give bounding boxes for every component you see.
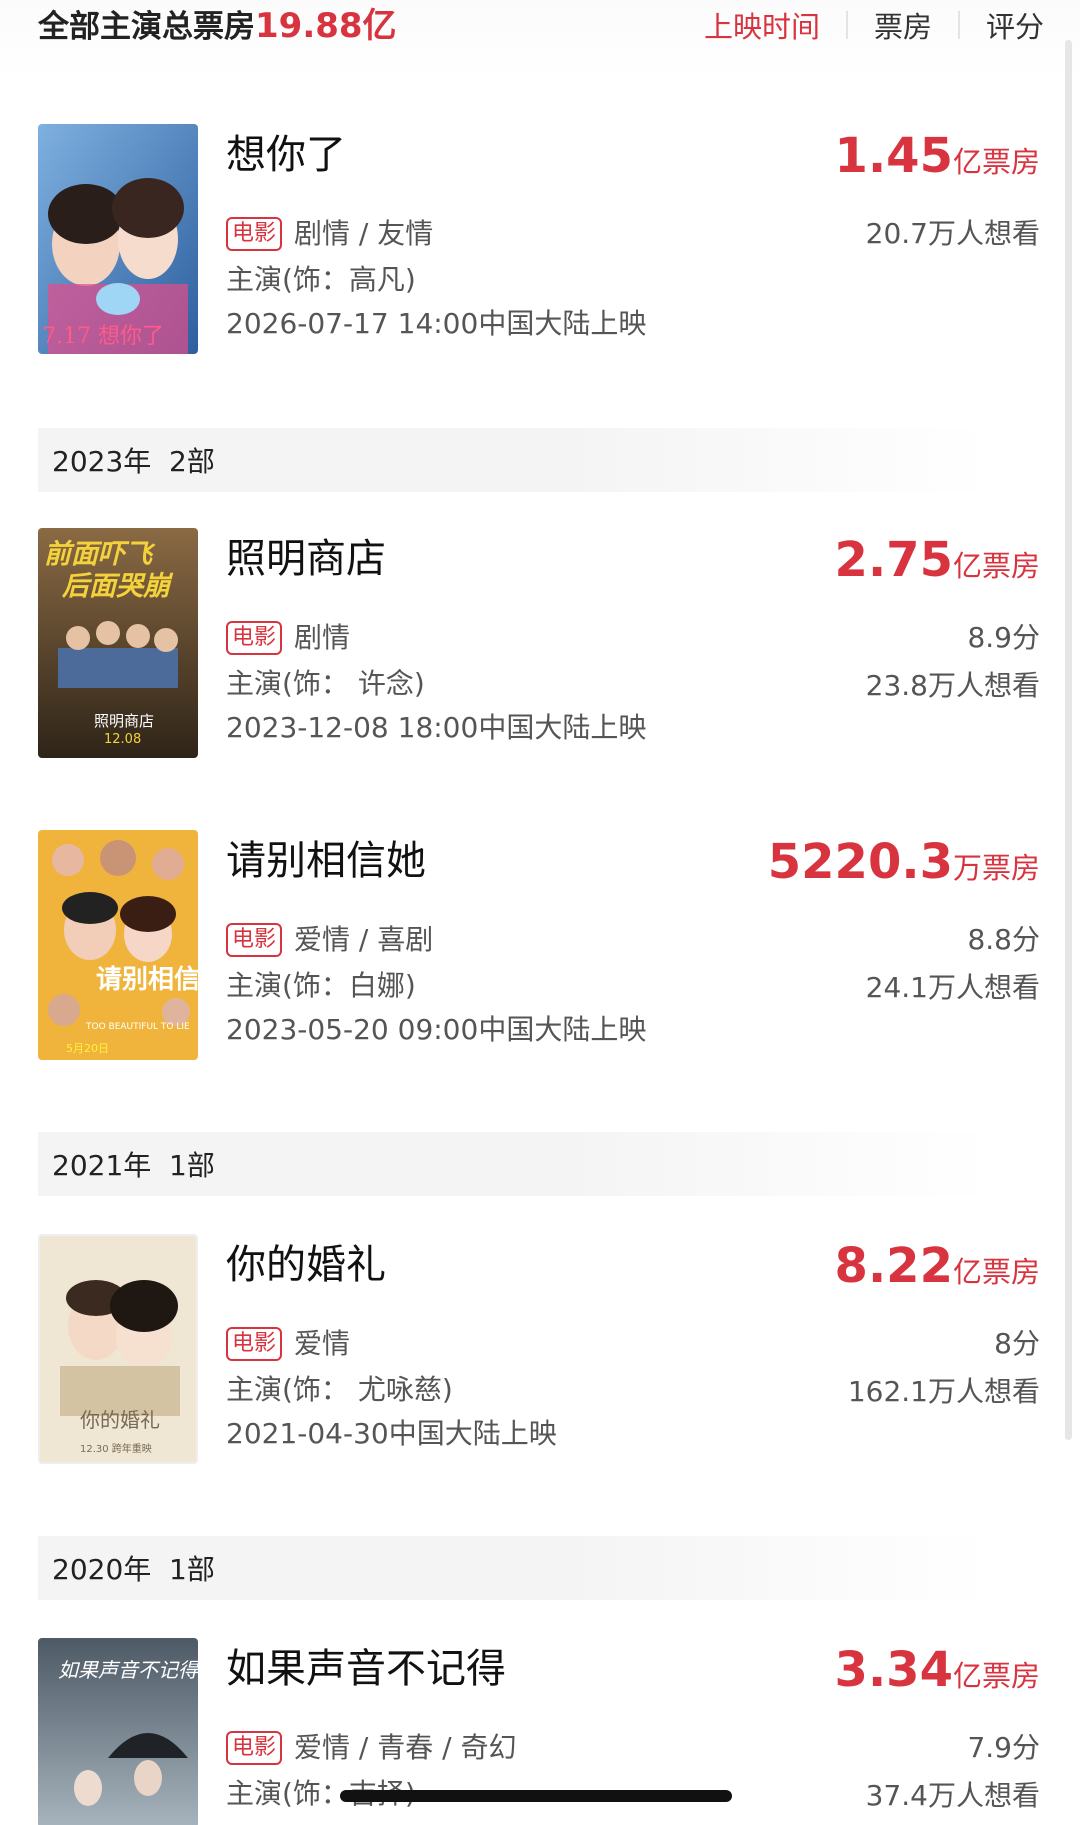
sort-tabs: 上映时间 票房 评分 [678,2,1044,48]
movie-card[interactable]: 请别相信她 TOO BEAUTIFUL TO LIE 5月20日 请别相信她 5… [38,830,1040,1060]
movie-title[interactable]: 照明商店 [226,532,386,586]
movie-score: 7.9分 [967,1731,1040,1764]
movie-role: 主演(饰：高凡) [226,263,416,296]
sort-by-release-time[interactable]: 上映时间 [678,4,846,46]
movie-genres: 电影 爱情 / 喜剧 [226,920,433,960]
movie-want-count: 24.1万人想看 [865,971,1040,1004]
movie-release: 2023-05-20 09:00中国大陆上映 [226,1013,647,1046]
poster-tagline-bottom: 后面哭崩 [62,571,170,602]
movie-release: 2023-12-08 18:00中国大陆上映 [226,711,647,744]
movie-type-badge: 电影 [226,217,283,251]
movie-role: 主演(饰： 尤咏慈) [226,1373,453,1406]
movie-boxoffice: 5220.3万票房 [767,834,1040,890]
poster-title: 你的婚礼 [80,1408,160,1432]
movie-genres: 电影 爱情 [226,1324,350,1364]
poster-date: 12.30 跨年重映 [80,1444,152,1455]
sort-by-boxoffice[interactable]: 票房 [848,4,958,46]
movie-genres: 电影 爱情 / 青春 / 奇幻 [226,1728,517,1768]
movie-card[interactable]: 7.17 想你了 想你了 1.45亿票房 电影 剧情 / 友情 主演(饰：高凡) … [38,124,1040,354]
poster-subtitle: TOO BEAUTIFUL TO LIE [86,1022,190,1032]
movie-score: 8.9分 [967,621,1040,654]
movie-genres: 电影 剧情 [226,618,350,658]
home-indicator[interactable] [340,1790,732,1802]
movie-card[interactable]: 你的婚礼 12.30 跨年重映 你的婚礼 8.22亿票房 电影 爱情 主演(饰： … [38,1234,1040,1464]
movie-card[interactable]: 前面吓飞 后面哭崩 照明商店 12.08 照明商店 2.75亿票房 电影 剧情 主… [38,528,1040,758]
movie-type-badge: 电影 [226,621,283,655]
movie-want-count: 20.7万人想看 [865,217,1040,250]
movie-title[interactable]: 你的婚礼 [226,1238,386,1292]
year-section-header: 2020年 1部 [38,1536,990,1600]
movie-poster[interactable]: 前面吓飞 后面哭崩 照明商店 12.08 [38,528,198,758]
sort-by-score[interactable]: 评分 [960,4,1044,46]
poster-title: 请别相信她 [96,965,198,995]
top-bar: 全部主演总票房19.88亿 上映时间 票房 评分 [0,0,1080,78]
year-section-header: 2023年 2部 [38,428,990,492]
movie-genres: 电影 剧情 / 友情 [226,214,433,254]
total-label: 全部主演总票房 [38,9,255,45]
year-section-header: 2021年 1部 [38,1132,990,1196]
scrollbar[interactable] [1065,40,1072,1440]
movie-role: 主演(饰： 许念) [226,667,425,700]
movie-title[interactable]: 想你了 [226,128,346,182]
movie-want-count: 37.4万人想看 [865,1779,1040,1812]
movie-boxoffice: 3.34亿票房 [834,1642,1040,1698]
movie-type-badge: 电影 [226,1327,283,1361]
movie-type-badge: 电影 [226,923,283,957]
movie-boxoffice: 1.45亿票房 [834,128,1040,184]
movie-release: 2026-07-17 14:00中国大陆上映 [226,307,647,340]
movie-score: 8.8分 [967,923,1040,956]
movie-poster[interactable]: 7.17 想你了 [38,124,198,354]
movie-title[interactable]: 请别相信她 [226,834,426,888]
poster-brand: 照明商店 [94,712,155,730]
movie-want-count: 162.1万人想看 [847,1375,1040,1408]
movie-boxoffice: 2.75亿票房 [834,532,1040,588]
poster-date: 5月20日 [66,1042,109,1055]
movie-want-count: 23.8万人想看 [865,669,1040,702]
movie-poster[interactable]: 如果声音不记得 [38,1638,198,1825]
poster-date: 12.08 [104,732,142,747]
poster-title: 如果声音不记得 [58,1658,198,1682]
movie-boxoffice: 8.22亿票房 [834,1238,1040,1294]
movie-type-badge: 电影 [226,1731,283,1765]
movie-poster[interactable]: 你的婚礼 12.30 跨年重映 [38,1234,198,1464]
movie-release: 2021-04-30中国大陆上映 [226,1417,557,1450]
movie-score: 8分 [994,1327,1040,1360]
total-amount: 19.88亿 [255,6,397,46]
total-boxoffice: 全部主演总票房19.88亿 [38,4,397,49]
movie-poster[interactable]: 请别相信她 TOO BEAUTIFUL TO LIE 5月20日 [38,830,198,1060]
movie-role: 主演(饰：白娜) [226,969,416,1002]
poster-caption: 7.17 想你了 [42,324,164,349]
movie-title[interactable]: 如果声音不记得 [226,1642,506,1696]
